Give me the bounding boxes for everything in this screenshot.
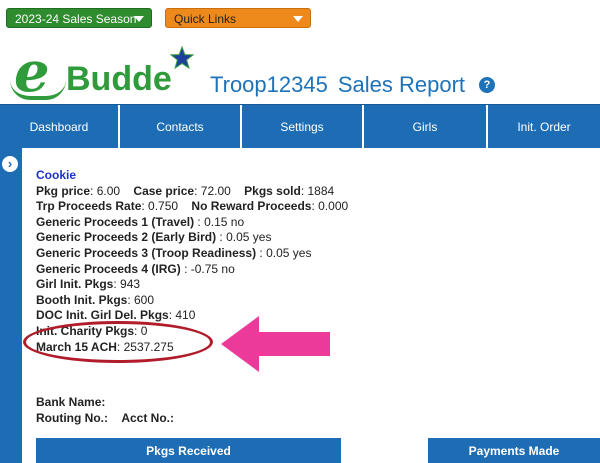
- routing-label: Routing No.:: [36, 411, 108, 425]
- generic-proceeds-4: Generic Proceeds 4 (IRG) : -0.75 no: [36, 262, 456, 278]
- nav-contacts[interactable]: Contacts: [120, 105, 242, 149]
- acct-label: Acct No.:: [121, 411, 174, 425]
- pkgs-received-header: Pkgs Received: [36, 438, 341, 463]
- doc-init-value: : 410: [168, 308, 196, 323]
- case-price-value: : 72.00: [194, 183, 231, 198]
- booth-init-value: : 600: [127, 292, 155, 307]
- help-icon[interactable]: ?: [479, 77, 495, 93]
- girl-init-value: : 943: [113, 277, 141, 292]
- pkgs-sold-label: Pkgs sold: [244, 183, 301, 198]
- header: e Budde Troop12345 Sales Report ?: [0, 42, 600, 104]
- proceeds-row: Trp Proceeds Rate: 0.750 No Reward Proce…: [36, 199, 456, 215]
- bank-name-label: Bank Name:: [36, 395, 106, 409]
- booth-init-label: Booth Init. Pkgs: [36, 292, 128, 307]
- chevron-down-icon: [293, 16, 303, 22]
- arrow-left-icon: [221, 316, 330, 372]
- gen3-value: : 0.05 yes: [256, 245, 312, 260]
- case-price-label: Case price: [133, 183, 195, 198]
- gen4-name: (IRG): [148, 261, 181, 276]
- season-dropdown[interactable]: 2023-24 Sales Season: [6, 8, 152, 28]
- quick-links-label: Quick Links: [174, 12, 237, 26]
- doc-init-label: DOC Init. Girl Del. Pkgs: [36, 308, 169, 323]
- trp-rate-value: : 0.750: [141, 199, 179, 214]
- ebudde-logo[interactable]: e Budde: [10, 42, 200, 104]
- gen1-label: Generic Proceeds 1: [36, 214, 149, 229]
- gen2-name: (Early Bird): [148, 230, 217, 245]
- chevron-down-icon: [134, 16, 144, 22]
- girl-init-label: Girl Init. Pkgs: [36, 277, 114, 292]
- pkgs-sold-value: : 1884: [300, 183, 335, 198]
- generic-proceeds-1: Generic Proceeds 1 (Travel) : 0.15 no: [36, 215, 456, 231]
- troop-name: Troop12345: [210, 72, 328, 97]
- gen2-value: : 0.05 yes: [216, 230, 272, 245]
- gen2-label: Generic Proceeds 2: [36, 230, 149, 245]
- price-row: Pkg price: 6.00 Case price: 72.00 Pkgs s…: [36, 184, 456, 200]
- gen1-value: : 0.15 no: [194, 214, 245, 229]
- nav-girls[interactable]: Girls: [364, 105, 488, 149]
- no-reward-label: No Reward Proceeds: [191, 199, 312, 214]
- chevron-right-icon[interactable]: ›: [2, 156, 18, 172]
- gen1-name: (Travel): [148, 214, 195, 229]
- top-bar: 2023-24 Sales Season Quick Links: [0, 0, 600, 42]
- girl-init-row: Girl Init. Pkgs: 943: [36, 277, 456, 293]
- gen4-label: Generic Proceeds 4: [36, 261, 149, 276]
- nav-dashboard[interactable]: Dashboard: [0, 105, 120, 149]
- nav-settings[interactable]: Settings: [242, 105, 364, 149]
- gen3-name: (Troop Readiness): [148, 245, 257, 260]
- quick-links-dropdown[interactable]: Quick Links: [165, 8, 311, 28]
- generic-proceeds-3: Generic Proceeds 3 (Troop Readiness) : 0…: [36, 246, 456, 262]
- bank-info: Bank Name: Routing No.: Acct No.:: [36, 394, 174, 426]
- logo-budde: Budde: [66, 60, 172, 98]
- gen4-value: : -0.75 no: [180, 261, 235, 276]
- report-heading: Cookie: [36, 168, 77, 182]
- payments-made-header: Payments Made: [428, 438, 600, 463]
- page-title: Troop12345 Sales Report: [210, 72, 465, 98]
- pkg-price-value: : 6.00: [90, 183, 121, 198]
- nav-init-order[interactable]: Init. Order: [488, 105, 600, 149]
- pkg-price-label: Pkg price: [36, 183, 91, 198]
- generic-proceeds-2: Generic Proceeds 2 (Early Bird) : 0.05 y…: [36, 230, 456, 246]
- highlight-ellipse: [23, 321, 213, 363]
- report-name: Sales Report: [337, 72, 466, 97]
- star-icon: [170, 46, 194, 70]
- no-reward-value: : 0.000: [311, 199, 349, 214]
- trp-rate-label: Trp Proceeds Rate: [36, 199, 142, 214]
- season-dropdown-label: 2023-24 Sales Season: [15, 12, 137, 26]
- main-nav: Dashboard Contacts Settings Girls Init. …: [0, 104, 600, 149]
- booth-init-row: Booth Init. Pkgs: 600: [36, 293, 456, 309]
- gen3-label: Generic Proceeds 3: [36, 245, 149, 260]
- side-panel: ›: [0, 148, 22, 463]
